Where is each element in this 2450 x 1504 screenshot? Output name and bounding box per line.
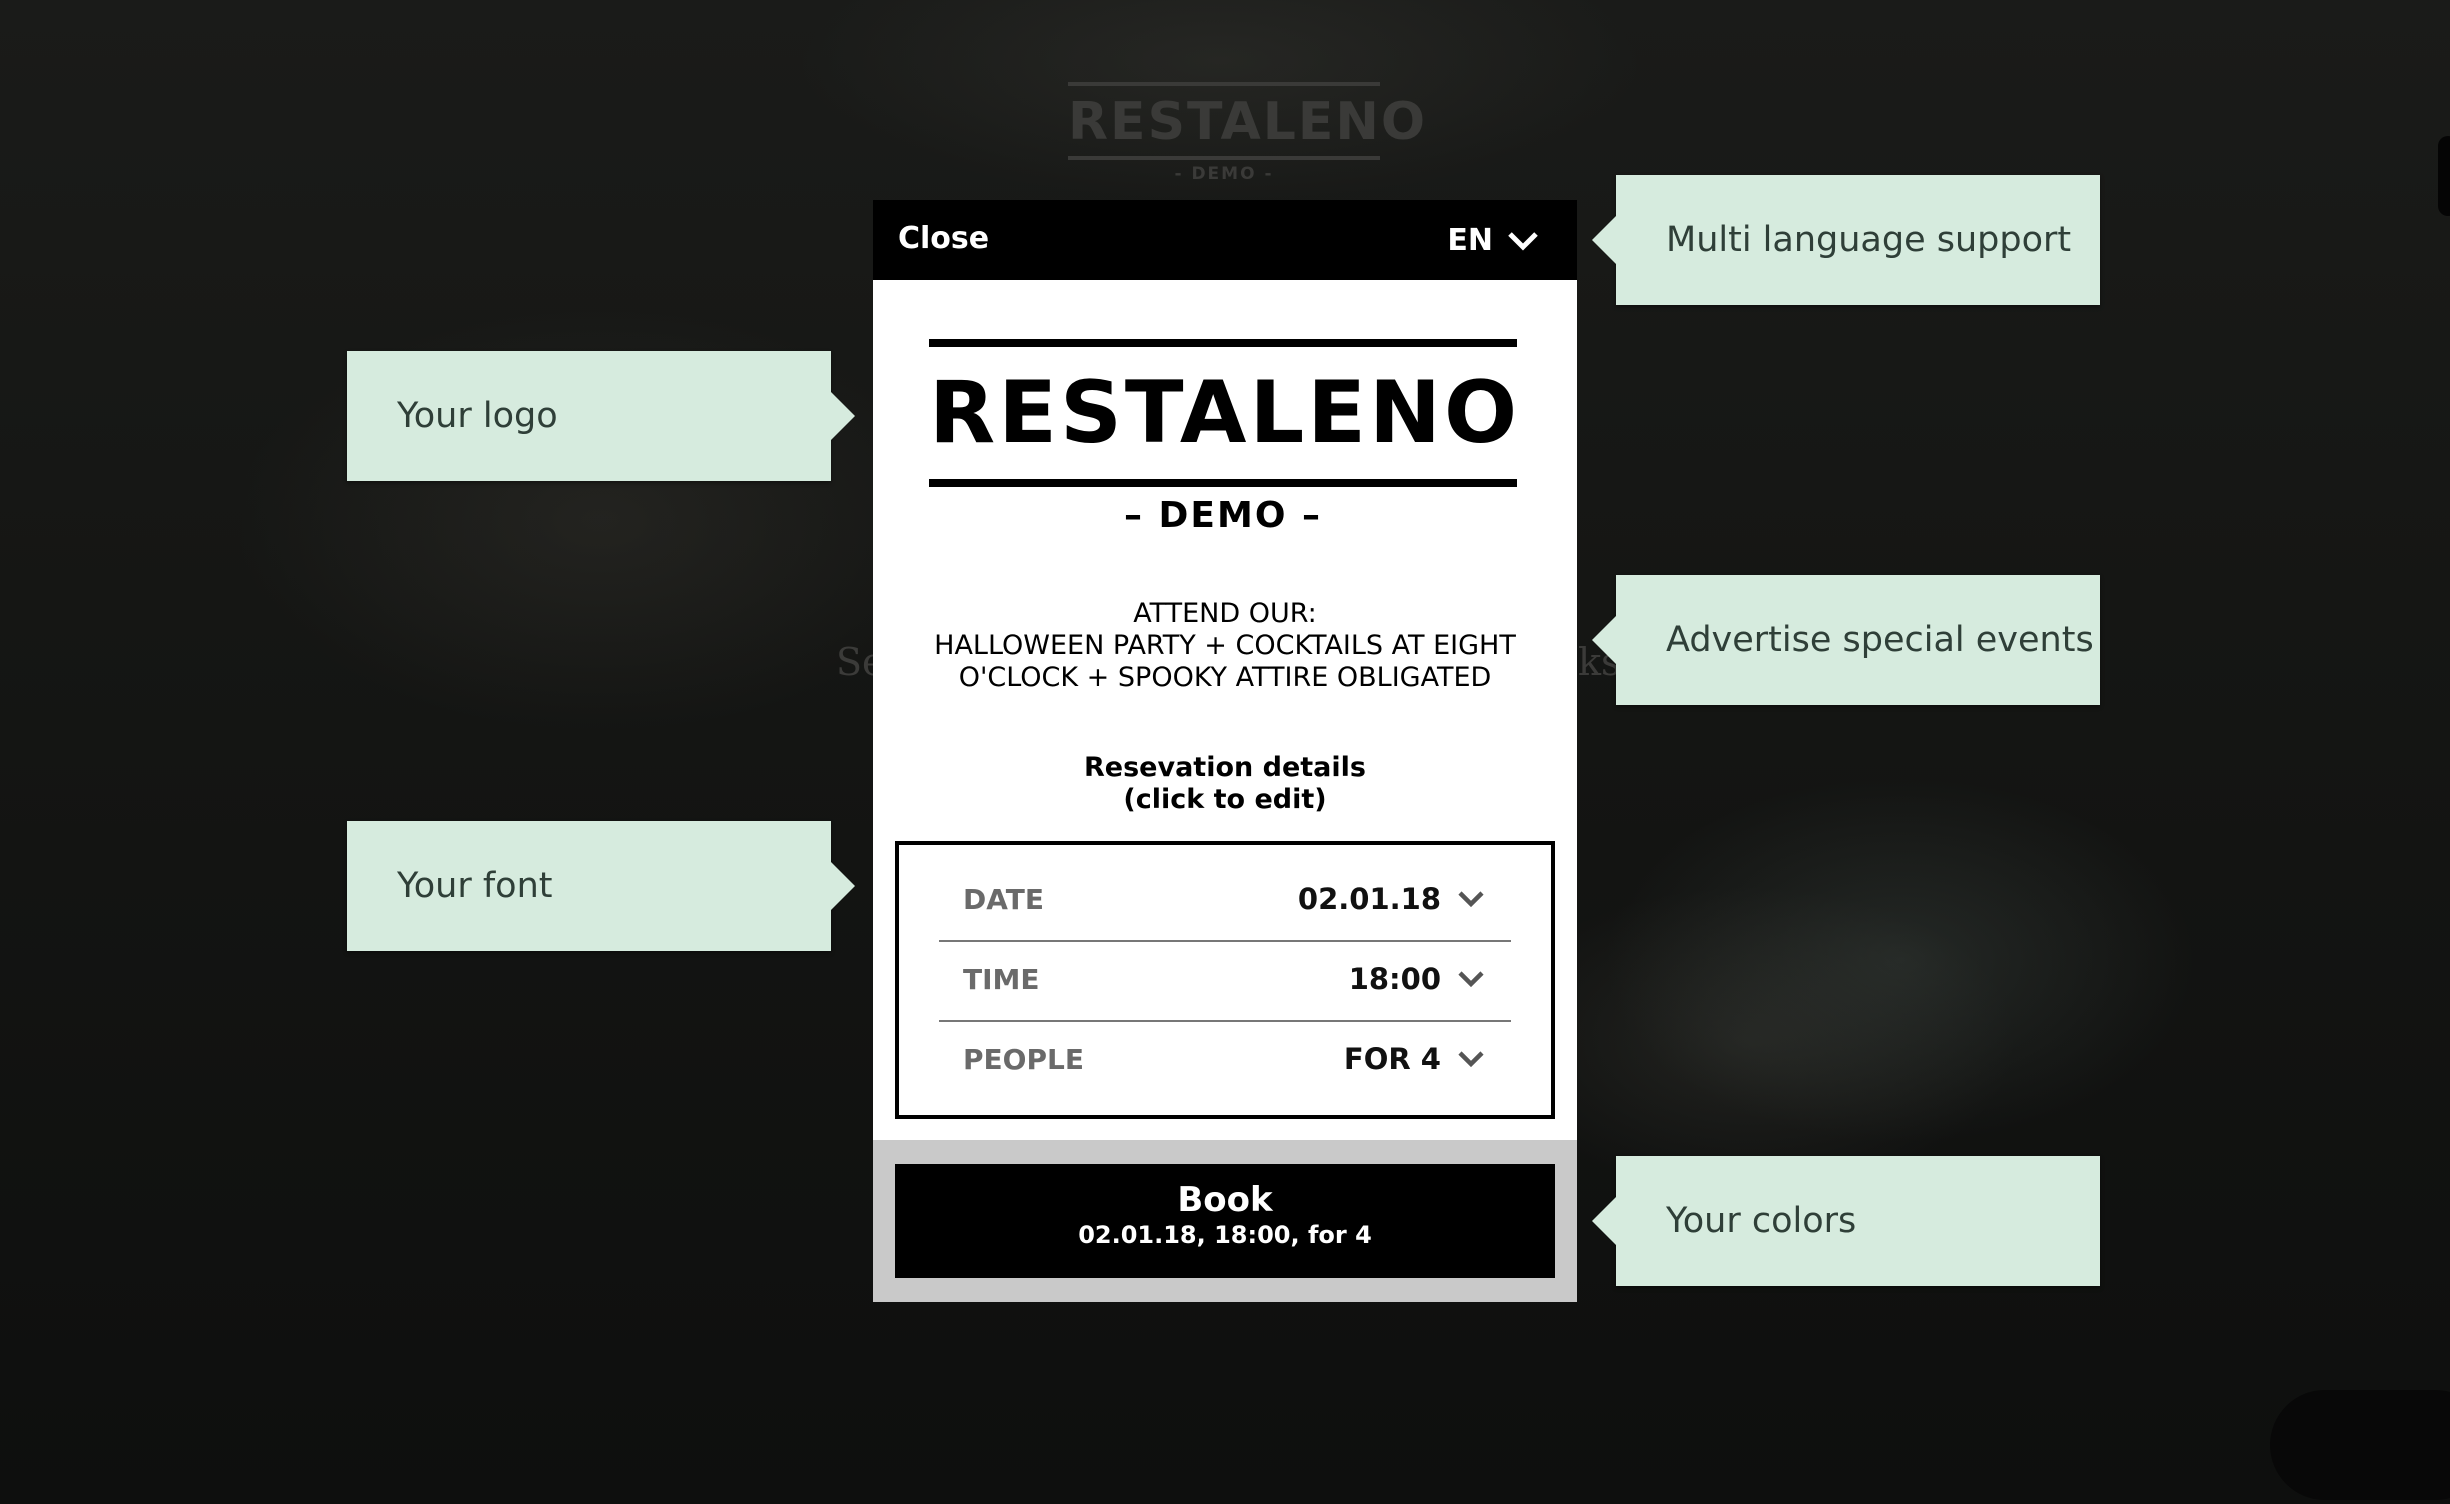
- restaurant-logo: RESTALENO – DEMO –: [929, 339, 1517, 536]
- callout-your-font: Your font: [347, 821, 855, 951]
- reservation-details-box: DATE 02.01.18 TIME 18:00 PEOPLE FOR 4: [895, 841, 1555, 1119]
- reservation-caption-hint: (click to edit): [1123, 784, 1327, 815]
- logo-bottom-rule: [929, 479, 1517, 487]
- close-button[interactable]: Close: [898, 220, 989, 258]
- chevron-down-icon: [1458, 891, 1484, 908]
- background-logo-name: RESTALENO: [1068, 92, 1428, 152]
- time-label: TIME: [963, 962, 1040, 996]
- book-button-label: Book: [1177, 1180, 1273, 1220]
- people-label: PEOPLE: [963, 1042, 1084, 1076]
- date-row[interactable]: DATE 02.01.18: [939, 859, 1511, 939]
- reservation-modal: Close EN RESTALENO – DEMO – ATTEND OUR: …: [873, 200, 1577, 1302]
- book-button-summary: 02.01.18, 18:00, for 4: [1078, 1221, 1372, 1249]
- modal-header: Close EN: [873, 200, 1577, 280]
- event-announcement: ATTEND OUR: HALLOWEEN PARTY + COCKTAILS …: [913, 598, 1537, 694]
- callout-text: Multi language support: [1666, 220, 2072, 260]
- time-value: 18:00: [1348, 962, 1441, 996]
- time-row[interactable]: TIME 18:00: [939, 939, 1511, 1019]
- background-logo: RESTALENO - DEMO -: [1068, 82, 1428, 184]
- reservation-caption: Resevation details (click to edit): [913, 752, 1537, 816]
- background-corner-shape: [2270, 1390, 2450, 1500]
- chevron-down-icon: [1508, 232, 1538, 251]
- event-line: O'CLOCK + SPOOKY ATTIRE OBLIGATED: [958, 662, 1492, 693]
- people-value: FOR 4: [1343, 1042, 1441, 1076]
- background-edge-tab: [2438, 136, 2450, 216]
- callout-your-logo: Your logo: [347, 351, 855, 481]
- book-button[interactable]: Book 02.01.18, 18:00, for 4: [895, 1164, 1555, 1278]
- chevron-down-icon: [1458, 971, 1484, 988]
- language-code: EN: [1447, 223, 1493, 258]
- logo-top-rule: [929, 339, 1517, 347]
- callout-text: Your colors: [1666, 1201, 1857, 1241]
- reservation-caption-title: Resevation details: [1084, 752, 1366, 783]
- people-row[interactable]: PEOPLE FOR 4: [939, 1019, 1511, 1099]
- logo-name: RESTALENO: [929, 363, 1521, 463]
- event-line: ATTEND OUR:: [1133, 598, 1317, 629]
- event-line: HALLOWEEN PARTY + COCKTAILS AT EIGHT: [934, 630, 1516, 661]
- background-logo-sub: - DEMO -: [1174, 164, 1274, 184]
- date-value: 02.01.18: [1297, 882, 1441, 916]
- callout-text: Your font: [397, 866, 553, 906]
- language-selector[interactable]: EN: [1447, 222, 1539, 260]
- callout-text: Your logo: [397, 396, 558, 436]
- modal-footer: Book 02.01.18, 18:00, for 4: [873, 1140, 1577, 1302]
- callout-your-colors: Your colors: [1592, 1156, 2100, 1286]
- callout-text: Advertise special events: [1666, 620, 2094, 660]
- logo-sub: – DEMO –: [1124, 495, 1322, 536]
- chevron-down-icon: [1458, 1051, 1484, 1068]
- callout-special-events: Advertise special events: [1592, 575, 2100, 705]
- date-label: DATE: [963, 882, 1044, 916]
- callout-multi-language: Multi language support: [1592, 175, 2100, 305]
